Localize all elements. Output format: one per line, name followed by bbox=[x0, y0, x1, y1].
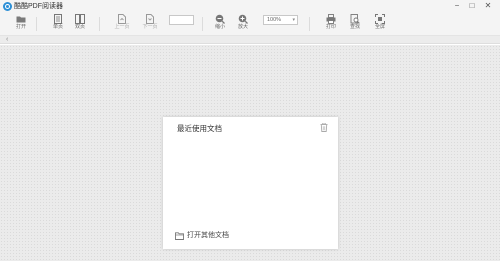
recent-documents-title: 最近使用文档 bbox=[177, 124, 222, 133]
double-page-button[interactable]: 双页 bbox=[68, 14, 92, 34]
fullscreen-button[interactable]: 全屏 bbox=[368, 14, 392, 34]
search-label: 查找 bbox=[349, 24, 360, 30]
open-other-documents-label: 打开其他文档 bbox=[187, 232, 229, 239]
zoom-out-button[interactable]: 缩小 bbox=[208, 14, 232, 34]
minimize-button[interactable]: − bbox=[452, 1, 462, 11]
zoom-in-icon bbox=[238, 14, 248, 24]
zoom-in-label: 放大 bbox=[237, 24, 248, 30]
app-logo-icon bbox=[3, 2, 12, 11]
single-page-button[interactable]: 单页 bbox=[46, 14, 70, 34]
print-label: 打印 bbox=[325, 24, 336, 30]
single-page-label: 单页 bbox=[52, 24, 63, 30]
zoom-level-value: 100% bbox=[267, 17, 282, 23]
search-button[interactable]: 查找 bbox=[343, 14, 367, 34]
open-label: 打开 bbox=[15, 24, 26, 30]
next-page-button[interactable]: 下一页 bbox=[138, 14, 162, 34]
single-page-icon bbox=[54, 14, 62, 24]
recent-documents-panel: 最近使用文档 打开其他文档 bbox=[163, 117, 338, 249]
zoom-in-button[interactable]: 放大 bbox=[231, 14, 255, 34]
double-page-label: 双页 bbox=[74, 24, 85, 30]
printer-icon bbox=[326, 14, 336, 24]
app-title: 酷酷PDF阅读器 bbox=[14, 3, 63, 10]
chevron-down-icon: ▾ bbox=[292, 17, 295, 23]
toolbar-divider bbox=[202, 17, 203, 31]
navigation-strip: ‹ bbox=[0, 36, 500, 44]
toolbar-divider bbox=[36, 17, 37, 31]
close-button[interactable]: ✕ bbox=[483, 1, 493, 11]
toolbar: 打开 单页 双页 上一页 下一页 缩小 放大 打印 查找 全屏 bbox=[0, 12, 500, 36]
fullscreen-icon bbox=[375, 14, 385, 24]
fullscreen-label: 全屏 bbox=[374, 24, 385, 30]
folder-icon bbox=[16, 16, 26, 23]
zoom-out-icon bbox=[215, 14, 225, 24]
chevron-left-icon[interactable]: ‹ bbox=[6, 36, 8, 44]
next-page-icon bbox=[146, 14, 154, 24]
page-number-input[interactable] bbox=[169, 15, 194, 25]
prev-page-icon bbox=[118, 14, 126, 24]
next-page-label: 下一页 bbox=[142, 24, 158, 30]
open-button[interactable]: 打开 bbox=[9, 14, 33, 34]
folder-icon bbox=[175, 232, 184, 240]
search-icon bbox=[350, 14, 360, 24]
trash-icon[interactable] bbox=[320, 123, 328, 132]
restore-button[interactable]: □ bbox=[467, 1, 477, 11]
zoom-out-label: 缩小 bbox=[214, 24, 225, 30]
toolbar-divider bbox=[309, 17, 310, 31]
prev-page-label: 上一页 bbox=[114, 24, 130, 30]
zoom-level-select[interactable]: 100% ▾ bbox=[263, 15, 298, 25]
toolbar-divider bbox=[99, 17, 100, 31]
double-page-icon bbox=[75, 14, 85, 24]
print-button[interactable]: 打印 bbox=[319, 14, 343, 34]
prev-page-button[interactable]: 上一页 bbox=[110, 14, 134, 34]
title-bar: 酷酷PDF阅读器 − □ ✕ bbox=[0, 0, 500, 12]
